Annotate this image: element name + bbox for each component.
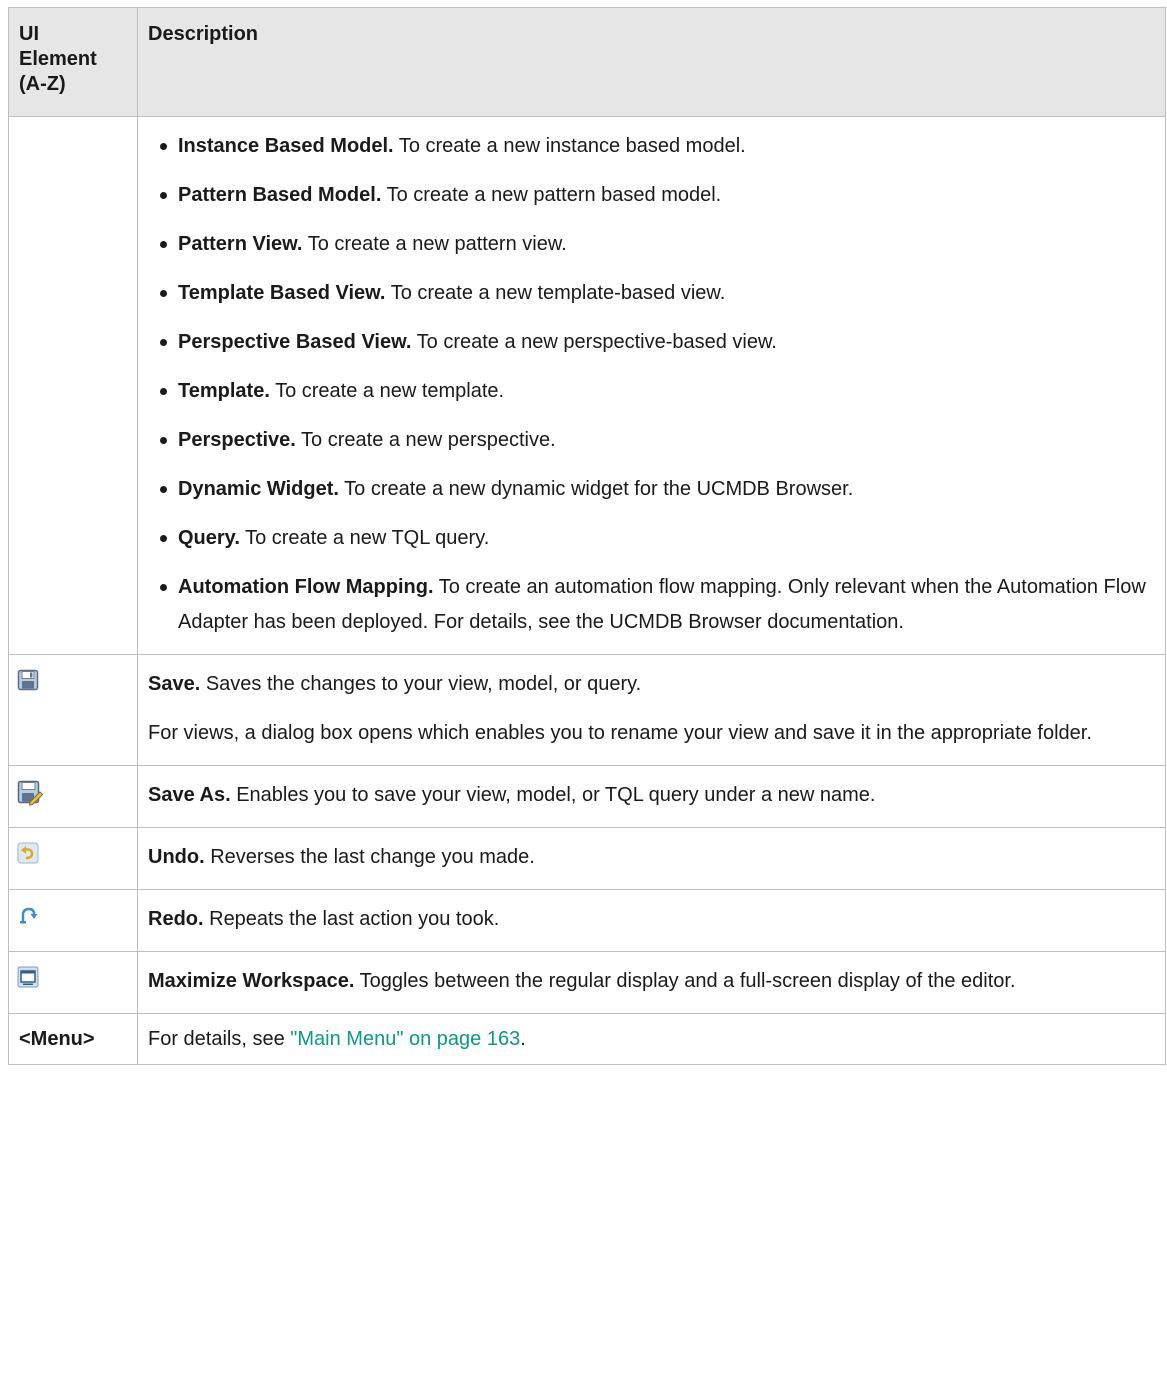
table-header-row: UI Element (A-Z) Description xyxy=(8,7,1166,117)
list-item: Template. To create a new template. xyxy=(148,374,1153,409)
column-header-description: Description xyxy=(137,7,1166,117)
table-row-redo: Redo. Repeats the last action you took. xyxy=(8,889,1166,952)
menu-label: <Menu> xyxy=(8,1013,138,1065)
description-cell: Undo. Reverses the last change you made. xyxy=(137,827,1166,890)
description-cell: Redo. Repeats the last action you took. xyxy=(137,889,1166,952)
icon-cell xyxy=(8,889,138,952)
main-menu-link[interactable]: "Main Menu" on page 163 xyxy=(290,1028,520,1050)
bullet-icon xyxy=(160,437,167,444)
column-header-ui-element: UI Element (A-Z) xyxy=(8,7,138,117)
maximize-workspace-icon[interactable] xyxy=(17,966,39,988)
new-options-list: Instance Based Model. To create a new in… xyxy=(148,129,1153,640)
header-line: (A-Z) xyxy=(19,73,66,95)
redo-icon[interactable] xyxy=(17,904,39,926)
table-row-new-options: Instance Based Model. To create a new in… xyxy=(8,116,1166,655)
bullet-icon xyxy=(160,584,167,591)
icon-cell-empty xyxy=(8,116,138,655)
undo-icon[interactable] xyxy=(17,842,39,864)
table-row-save-as: Save As. Enables you to save your view, … xyxy=(8,765,1166,828)
bullet-icon xyxy=(160,388,167,395)
list-item: Instance Based Model. To create a new in… xyxy=(148,129,1153,164)
icon-cell xyxy=(8,654,138,766)
bullet-icon xyxy=(160,290,167,297)
list-item: Template Based View. To create a new tem… xyxy=(148,276,1153,311)
description-cell: Save. Saves the changes to your view, mo… xyxy=(137,654,1166,766)
table-row-maximize: Maximize Workspace. Toggles between the … xyxy=(8,951,1166,1014)
description-cell: For details, see "Main Menu" on page 163… xyxy=(137,1013,1166,1065)
save-description-extra: For views, a dialog box opens which enab… xyxy=(148,722,1092,744)
table-row-menu: <Menu> For details, see "Main Menu" on p… xyxy=(8,1013,1166,1065)
save-as-description: Save As. Enables you to save your view, … xyxy=(148,784,876,806)
bullet-icon xyxy=(160,143,167,150)
list-item: Dynamic Widget. To create a new dynamic … xyxy=(148,472,1153,507)
table-row-save: Save. Saves the changes to your view, mo… xyxy=(8,654,1166,766)
table-row-undo: Undo. Reverses the last change you made. xyxy=(8,827,1166,890)
bullet-icon xyxy=(160,339,167,346)
ui-elements-table: UI Element (A-Z) Description Instance Ba… xyxy=(8,7,1166,1065)
bullet-icon xyxy=(160,192,167,199)
maximize-description: Maximize Workspace. Toggles between the … xyxy=(148,970,1016,992)
save-as-icon[interactable] xyxy=(17,780,43,806)
list-item: Perspective. To create a new perspective… xyxy=(148,423,1153,458)
icon-cell xyxy=(8,827,138,890)
list-item: Perspective Based View. To create a new … xyxy=(148,325,1153,360)
header-line: UI xyxy=(19,23,39,45)
list-item: Automation Flow Mapping. To create an au… xyxy=(148,570,1153,640)
list-item: Query. To create a new TQL query. xyxy=(148,521,1153,556)
undo-description: Undo. Reverses the last change you made. xyxy=(148,846,535,868)
list-item: Pattern Based Model. To create a new pat… xyxy=(148,178,1153,213)
description-cell: Instance Based Model. To create a new in… xyxy=(137,116,1166,655)
bullet-icon xyxy=(160,486,167,493)
description-cell: Maximize Workspace. Toggles between the … xyxy=(137,951,1166,1014)
bullet-icon xyxy=(160,241,167,248)
description-cell: Save As. Enables you to save your view, … xyxy=(137,765,1166,828)
bullet-icon xyxy=(160,535,167,542)
redo-description: Redo. Repeats the last action you took. xyxy=(148,908,500,930)
save-icon[interactable] xyxy=(17,669,39,691)
header-line: Element xyxy=(19,48,97,70)
icon-cell xyxy=(8,765,138,828)
list-item: Pattern View. To create a new pattern vi… xyxy=(148,227,1153,262)
icon-cell xyxy=(8,951,138,1014)
save-description: Save. Saves the changes to your view, mo… xyxy=(148,673,642,695)
